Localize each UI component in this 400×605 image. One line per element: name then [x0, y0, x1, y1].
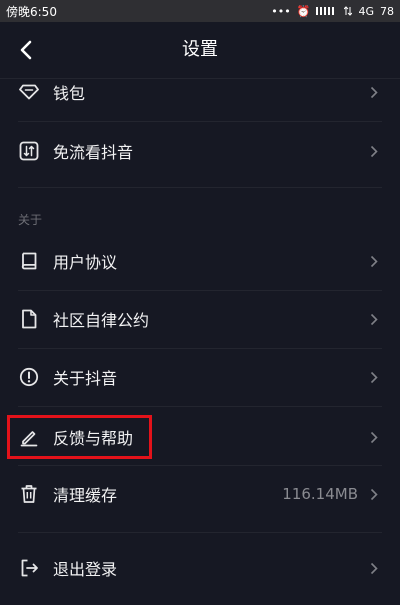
chevron-right-icon	[368, 312, 380, 326]
settings-item-logout[interactable]: 退出登录	[0, 541, 400, 595]
chevron-right-icon	[368, 370, 380, 384]
divider	[18, 348, 382, 349]
free-flow-icon	[18, 140, 40, 162]
document-icon	[18, 308, 40, 330]
chevron-right-icon	[368, 144, 380, 158]
back-button[interactable]	[12, 36, 40, 64]
data-arrows-icon	[344, 6, 353, 16]
signal-icon	[316, 7, 335, 15]
chevron-right-icon	[368, 254, 380, 268]
battery-level: 78	[380, 4, 394, 18]
settings-item-label: 用户协议	[53, 253, 118, 272]
status-time: 傍晚6:50	[6, 4, 57, 19]
highlight-box	[7, 415, 152, 459]
chevron-right-icon	[368, 85, 380, 99]
trash-icon	[18, 483, 40, 505]
settings-item-about-app[interactable]: 关于抖音	[0, 350, 400, 404]
chevron-right-icon	[368, 561, 380, 575]
settings-item-community-convention[interactable]: 社区自律公约	[0, 292, 400, 346]
chevron-right-icon	[368, 487, 380, 501]
section-header-about: 关于	[18, 213, 43, 227]
divider	[18, 406, 382, 407]
settings-item-label: 清理缓存	[53, 486, 118, 505]
cache-size: 116.14MB	[282, 485, 358, 503]
status-indicators: ••• ⏰ 4G 78	[271, 5, 394, 18]
chevron-right-icon	[368, 430, 380, 444]
settings-item-clear-cache[interactable]: 清理缓存 116.14MB	[0, 467, 400, 521]
info-icon	[18, 366, 40, 388]
status-bar: 傍晚6:50 ••• ⏰ 4G 78	[0, 0, 400, 22]
book-icon	[18, 250, 40, 272]
divider	[18, 290, 382, 291]
settings-item-user-agreement[interactable]: 用户协议	[0, 234, 400, 288]
section-divider	[18, 532, 382, 533]
divider	[18, 465, 382, 466]
alarm-icon: ⏰	[296, 4, 311, 18]
settings-item-label: 退出登录	[53, 560, 118, 579]
settings-item-label: 免流看抖音	[53, 143, 134, 162]
settings-item-label: 关于抖音	[53, 369, 118, 388]
settings-item-label: 社区自律公约	[53, 311, 150, 330]
more-dots-icon: •••	[271, 4, 291, 18]
network-type: 4G	[358, 4, 374, 18]
exit-icon	[18, 557, 40, 579]
settings-item-free-flow[interactable]: 免流看抖音	[0, 124, 400, 178]
divider	[18, 121, 382, 122]
chevron-left-icon	[20, 40, 32, 60]
diamond-icon	[18, 81, 40, 103]
section-divider	[18, 187, 382, 188]
settings-item-label: 钱包	[53, 84, 86, 103]
settings-item-wallet[interactable]: 钱包	[0, 65, 400, 119]
